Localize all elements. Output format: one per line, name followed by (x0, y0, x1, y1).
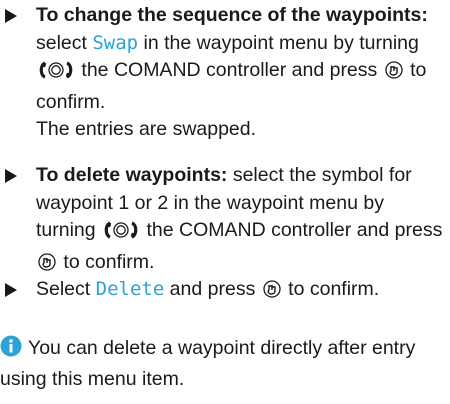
instruction-text: Select (36, 278, 96, 300)
manual-page: To change the sequence of the waypoints:… (0, 0, 450, 404)
instruction-text: to confirm. (58, 250, 155, 273)
turn-controller-icon (103, 220, 139, 249)
instruction-text: the COMAND controller and press (141, 219, 443, 241)
instruction-select-delete: Select Delete and press to confirm. (5, 276, 446, 308)
note-text: You can delete a waypoint directly after… (0, 337, 416, 390)
instruction-change-sequence: To change the sequence of the waypoints:… (5, 2, 446, 144)
instruction-delete-waypoints: To delete waypoints: select the symbol f… (5, 162, 446, 280)
instruction-text: and press (164, 278, 261, 300)
instruction-text: to confirm. (282, 278, 380, 300)
turn-controller-icon (38, 60, 74, 89)
menu-option-delete: Delete (95, 278, 165, 300)
triangle-bullet-icon (5, 9, 17, 23)
instruction-text: the COMAND controller and press (76, 59, 383, 81)
instruction-text: in the waypoint menu by turning (138, 31, 419, 54)
press-controller-icon (262, 279, 282, 308)
instruction-result: The entries are swapped. (36, 118, 257, 140)
instruction-heading: To delete waypoints: (36, 164, 228, 186)
menu-option-swap: Swap (92, 31, 139, 54)
triangle-bullet-icon (5, 169, 17, 183)
press-controller-icon (384, 60, 404, 89)
triangle-bullet-icon (5, 283, 17, 297)
instruction-heading: To change the sequence of the waypoints: (36, 4, 428, 26)
info-icon (0, 335, 22, 366)
info-note: You can delete a waypoint directly after… (0, 335, 445, 393)
instruction-text: select (36, 31, 93, 54)
